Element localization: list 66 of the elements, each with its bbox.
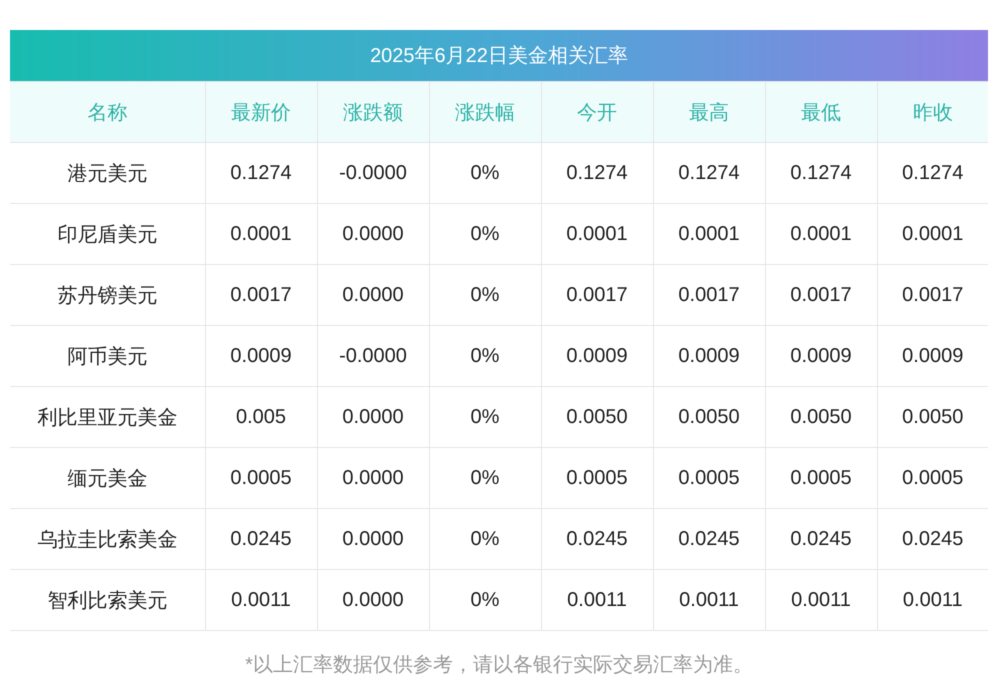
table-cell: 0.0005 — [541, 448, 653, 508]
table-cell: 0.0017 — [653, 264, 765, 326]
table-cell: 0.0245 — [653, 508, 765, 570]
table-cell: 0.0245 — [765, 508, 877, 570]
table-cell: 阿币美元 — [10, 326, 205, 386]
column-header: 名称 — [10, 82, 205, 142]
table-cell: 0.0011 — [205, 570, 317, 630]
table-cell: 利比里亚元美金 — [10, 386, 205, 448]
table-cell: 0% — [429, 508, 541, 570]
column-header: 最新价 — [205, 82, 317, 142]
table-cell: -0.0000 — [317, 142, 429, 204]
table-cell: 0.0005 — [205, 448, 317, 508]
table-cell: 0% — [429, 448, 541, 508]
table-cell: 0.0017 — [765, 264, 877, 326]
table-cell: 0.0001 — [765, 204, 877, 264]
table-cell: 0.0017 — [541, 264, 653, 326]
table-cell: 0% — [429, 386, 541, 448]
table-cell: 0.0000 — [317, 204, 429, 264]
table-cell: 0.1274 — [205, 142, 317, 204]
table-title: 2025年6月22日美金相关汇率 — [10, 30, 988, 81]
table-cell: 苏丹镑美元 — [10, 264, 205, 326]
table-cell: 0.0009 — [205, 326, 317, 386]
table-cell: 港元美元 — [10, 142, 205, 204]
table-cell: 0.0009 — [653, 326, 765, 386]
table-cell: 0.0000 — [317, 448, 429, 508]
column-header: 最低 — [765, 82, 877, 142]
table-cell: 0.0005 — [653, 448, 765, 508]
table-cell: 0.0017 — [205, 264, 317, 326]
table-cell: 0.1274 — [541, 142, 653, 204]
column-header: 最高 — [653, 82, 765, 142]
table-cell: 0.0245 — [205, 508, 317, 570]
table-cell: 0.005 — [205, 386, 317, 448]
table-cell: 0.0000 — [317, 570, 429, 630]
table-cell: 印尼盾美元 — [10, 204, 205, 264]
table-cell: 0.0009 — [541, 326, 653, 386]
table-cell: 0.0001 — [541, 204, 653, 264]
table-cell: 0.0001 — [205, 204, 317, 264]
table-cell: 0% — [429, 570, 541, 630]
table-cell: 0% — [429, 264, 541, 326]
table-cell: 0.0000 — [317, 386, 429, 448]
table-cell: 0.0050 — [765, 386, 877, 448]
column-header: 涨跌幅 — [429, 82, 541, 142]
table-cell: 0.0011 — [541, 570, 653, 630]
column-header: 今开 — [541, 82, 653, 142]
table-cell: 0.0001 — [653, 204, 765, 264]
table-cell: 0.1274 — [765, 142, 877, 204]
footnote: *以上汇率数据仅供参考，请以各银行实际交易汇率为准。 — [244, 653, 754, 678]
table-cell: 0.0245 — [541, 508, 653, 570]
table-cell: 0.0000 — [317, 264, 429, 326]
table-cell: 0.0005 — [765, 448, 877, 508]
table-cell: 乌拉圭比索美金 — [10, 508, 205, 570]
table-cell: 0% — [429, 326, 541, 386]
table-cell: -0.0000 — [317, 326, 429, 386]
column-header: 涨跌额 — [317, 82, 429, 142]
table-cell: 0.0011 — [765, 570, 877, 630]
table-cell: 0.0000 — [317, 508, 429, 570]
table-cell: 0.0011 — [653, 570, 765, 630]
table-cell: 缅元美金 — [10, 448, 205, 508]
table-cell: 0% — [429, 204, 541, 264]
table-cell: 0.0009 — [765, 326, 877, 386]
table-cell: 0% — [429, 142, 541, 204]
table-cell: 0.0050 — [653, 386, 765, 448]
column-header: 昨收 — [877, 82, 988, 142]
table-cell: 0.1274 — [653, 142, 765, 204]
table-cell: 0.0050 — [541, 386, 653, 448]
table-cell: 智利比索美元 — [10, 570, 205, 630]
